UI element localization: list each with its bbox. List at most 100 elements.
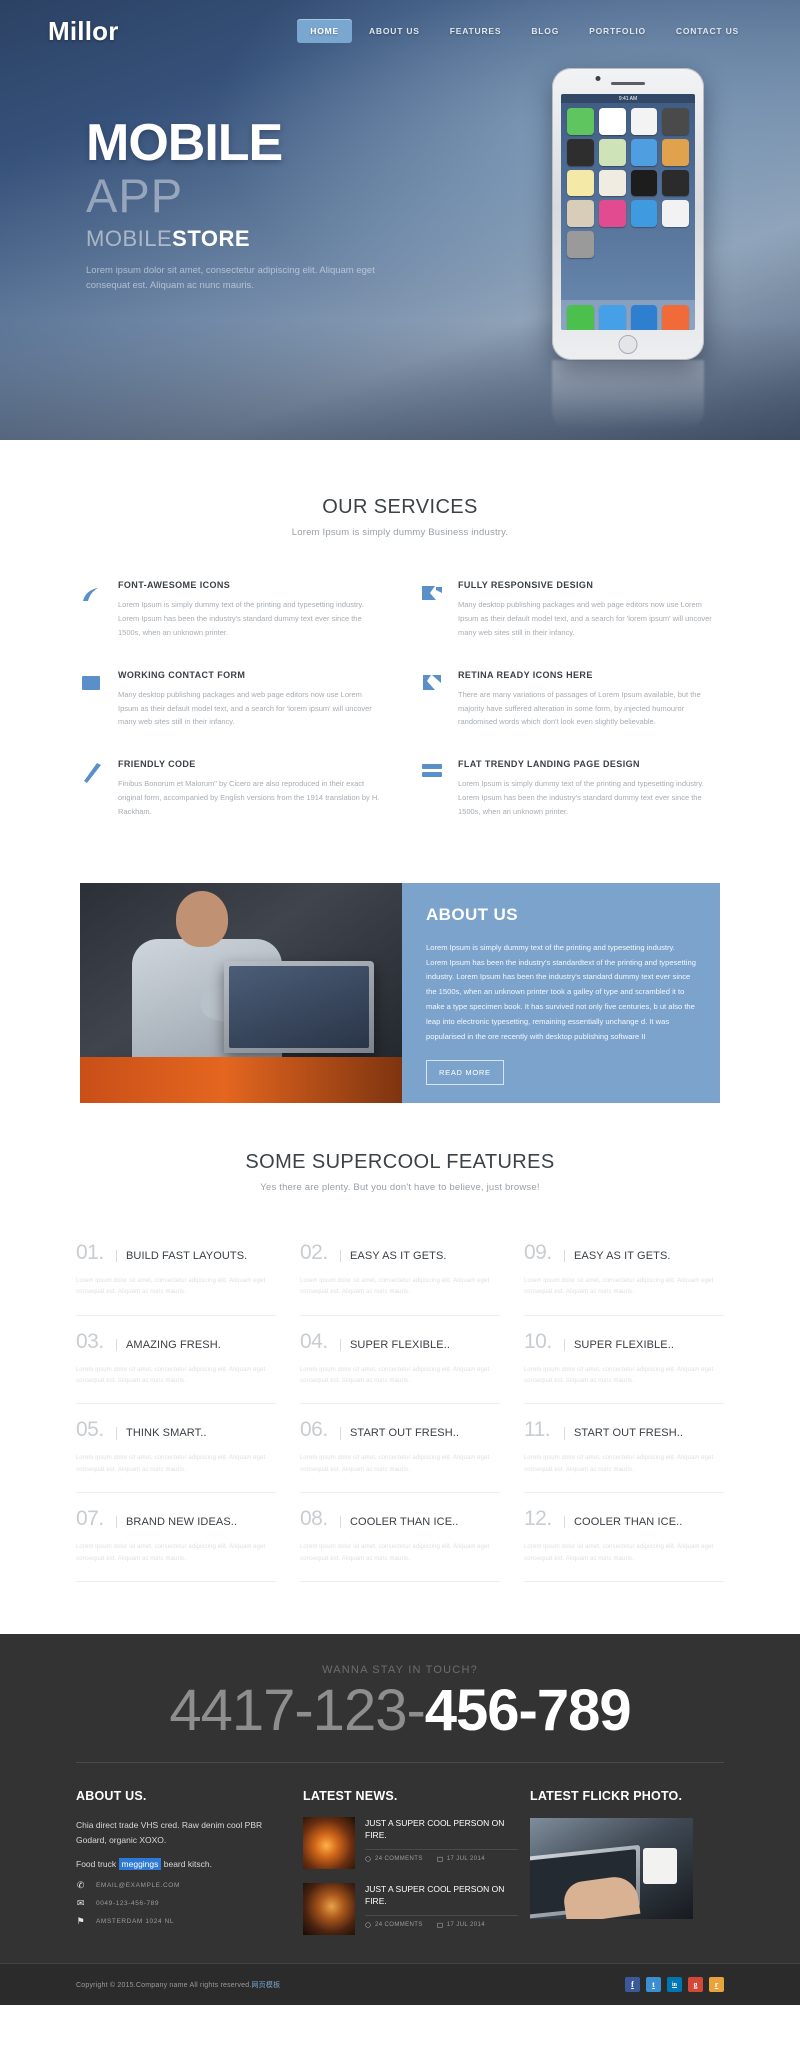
feature-number: 04. xyxy=(300,1329,328,1353)
hero-copy: MOBILE APP MOBILESTORE Lorem ipsum dolor… xyxy=(86,117,446,294)
news-meta: 24 COMMENTS 17 JUL 2014 xyxy=(365,1848,518,1862)
copyright-main: Copyright © 2015.Company name All rights… xyxy=(76,1981,252,1989)
service-text: Finibus Bonorum et Malorum" by Cicero ar… xyxy=(118,779,380,816)
feature-number: 10. xyxy=(524,1329,552,1353)
facebook-icon[interactable]: f xyxy=(625,1977,640,1992)
footer-flickr-heading: LATEST FLICKR PHOTO. xyxy=(530,1789,683,1803)
app-icon-weather xyxy=(630,138,658,166)
calendar-icon xyxy=(437,1922,443,1928)
envelope-icon: ✉ xyxy=(76,1897,86,1908)
feature-name: EASY AS IT GETS. xyxy=(564,1249,671,1262)
app-icon-calendar xyxy=(598,108,626,135)
footer-contact-phone[interactable]: ✉ 0049-123-456-789 xyxy=(76,1897,291,1908)
feature-item[interactable]: 06. START OUT FRESH.. Lorem ipsum dolor si… xyxy=(300,1404,500,1494)
feature-item[interactable]: 07. BRAND NEW IDEAS.. Lorem ipsum dolor si… xyxy=(76,1493,276,1582)
news-thumbnail xyxy=(303,1883,355,1935)
app-icon-itunes xyxy=(598,200,626,227)
app-icon-settings xyxy=(567,231,594,258)
nav-item-features[interactable]: FEATURES xyxy=(437,19,515,43)
services-title: OUR SERVICES xyxy=(322,496,478,518)
phone-body: 9:41 AM xyxy=(552,68,704,360)
feature-name: COOLER THAN ICE.. xyxy=(340,1516,458,1529)
feature-number: 05. xyxy=(76,1418,104,1442)
feature-name: BUILD FAST LAYOUTS. xyxy=(116,1249,247,1262)
feature-text: Lorem ipsum dolor sit amet, consectetur … xyxy=(300,1277,490,1296)
nav-item-contact-us[interactable]: CONTACT US xyxy=(663,19,752,43)
footer-news-heading: LATEST NEWS. xyxy=(303,1789,398,1803)
feature-item[interactable]: 09. EASY AS IT GETS. Lorem ipsum dolor sit… xyxy=(524,1227,724,1316)
footer-about-column: ABOUT US. Chia direct trade VHS cred. Ra… xyxy=(76,1789,291,1935)
feature-item[interactable]: 04. SUPER FLEXIBLE.. Lorem ipsum dolor sit… xyxy=(300,1316,500,1405)
twitter-icon[interactable]: t xyxy=(646,1977,661,1992)
footer-about-p1: Chia direct trade VHS cred. Raw denim co… xyxy=(76,1820,263,1845)
page-root: Millor HOME ABOUT US FEATURES BLOG PORTF… xyxy=(0,0,800,2064)
app-icon-videos xyxy=(567,138,594,166)
calendar-icon xyxy=(437,1856,443,1862)
service-text: Many desktop publishing packages and web… xyxy=(118,689,372,727)
flickr-photo[interactable] xyxy=(530,1818,693,1919)
feature-item[interactable]: 02. EASY AS IT GETS. Lorem ipsum dolor sit… xyxy=(300,1227,500,1316)
news-comments-text: 24 COMMENTS xyxy=(375,1855,423,1862)
news-thumbnail xyxy=(303,1817,355,1869)
news-comments: 24 COMMENTS xyxy=(365,1856,423,1862)
read-more-button[interactable]: READ MORE xyxy=(426,1060,504,1086)
google-plus-icon[interactable]: g xyxy=(688,1977,703,1992)
nav-item-about-us[interactable]: ABOUT US xyxy=(356,19,433,43)
footer-contact-email[interactable]: ✆ EMAIL@EXAMPLE.COM xyxy=(76,1880,291,1890)
about-content: ABOUT US Lorem Ipsum is simply dummy tex… xyxy=(402,882,720,1103)
feature-number: 12. xyxy=(524,1507,552,1531)
app-icon-messages xyxy=(567,108,594,135)
nav-item-portfolio[interactable]: PORTFOLIO xyxy=(576,19,659,43)
nav-item-blog[interactable]: BLOG xyxy=(518,19,572,43)
feature-number: 09. xyxy=(524,1240,552,1264)
service-item: FRIENDLY CODE Finibus Bonorum et Malorum… xyxy=(80,759,380,819)
feature-item[interactable]: 08. COOLER THAN ICE.. Lorem ipsum dolor si… xyxy=(300,1493,500,1582)
friendly-code-icon xyxy=(80,761,104,785)
phone-app-grid xyxy=(561,103,695,263)
features-section: SOME SUPERCOOL FEATURES Yes there are pl… xyxy=(0,1102,800,1634)
news-meta: 24 COMMENTS 17 JUL 2014 xyxy=(365,1914,518,1928)
feature-item[interactable]: 05. THINK SMART.. Lorem ipsum dolor sit am… xyxy=(76,1404,276,1494)
feature-name: SUPER FLEXIBLE.. xyxy=(340,1338,450,1351)
services-grid: FONT-AWESOME ICONS Lorem Ipsum is simply… xyxy=(80,580,720,819)
hero-section: Millor HOME ABOUT US FEATURES BLOG PORTF… xyxy=(0,0,800,440)
site-logo[interactable]: Millor xyxy=(48,16,119,47)
phone-number-prefix: 4417-123- xyxy=(169,1678,425,1743)
phone-speaker xyxy=(611,82,645,85)
landing-page-icon xyxy=(420,761,444,785)
hero-paragraph: Lorem ipsum dolor sit amet, consectetur … xyxy=(86,264,375,292)
app-icon-notes xyxy=(567,169,594,197)
hero-tagline: MOBILESTORE xyxy=(86,226,446,252)
news-title: JUST A SUPER COOL PERSON ON FIRE. xyxy=(365,1818,505,1841)
dock-icon-phone xyxy=(567,305,594,330)
feature-text: Lorem ipsum dolor sit amet, consectetur … xyxy=(524,1277,714,1296)
feature-item[interactable]: 03. AMAZING FRESH. Lorem ipsum dolor sit a… xyxy=(76,1316,276,1405)
feature-item[interactable]: 12. COOLER THAN ICE.. Lorem ipsum dolor si… xyxy=(524,1493,724,1582)
footer-contact-address[interactable]: ⚑ AMSTERDAM 1024 NL xyxy=(76,1916,291,1926)
hero-subtitle: APP xyxy=(86,168,184,222)
app-icon-passbook xyxy=(662,138,689,166)
feature-item[interactable]: 01. BUILD FAST LAYOUTS. Lorem ipsum dolor … xyxy=(76,1227,276,1316)
feature-item[interactable]: 11. START OUT FRESH.. Lorem ipsum dolor si… xyxy=(524,1404,724,1494)
nav-item-home[interactable]: HOME xyxy=(297,19,352,43)
news-date: 17 JUL 2014 xyxy=(437,1856,485,1862)
app-icon-app-store xyxy=(630,200,658,227)
linkedin-icon[interactable]: in xyxy=(667,1977,682,1992)
news-item[interactable]: JUST A SUPER COOL PERSON ON FIRE. 24 COM… xyxy=(303,1817,518,1869)
service-item: WORKING CONTACT FORM Many desktop publis… xyxy=(80,670,380,730)
about-photo xyxy=(80,882,402,1103)
phone-mockup: 9:41 AM xyxy=(552,68,704,360)
features-title: SOME SUPERCOOL FEATURES xyxy=(245,1150,555,1173)
rss-icon[interactable]: r xyxy=(709,1977,724,1992)
feature-text: Lorem ipsum dolor sit amet, consectetur … xyxy=(524,1455,714,1473)
feature-text: Lorem ipsum dolor sit amet, consectetur … xyxy=(524,1366,714,1385)
features-subtitle: Yes there are plenty. But you don't have… xyxy=(260,1181,540,1193)
copyright-cn[interactable]: 网页模板 xyxy=(251,1982,280,1989)
news-comments: 24 COMMENTS xyxy=(365,1922,423,1928)
feature-text: Lorem ipsum dolor sit amet, consectetur … xyxy=(76,1455,266,1473)
service-item: FLAT TRENDY LANDING PAGE DESIGN Lorem Ip… xyxy=(420,759,720,819)
comment-icon xyxy=(365,1921,371,1928)
feature-item[interactable]: 10. SUPER FLEXIBLE.. Lorem ipsum dolor sit… xyxy=(524,1316,724,1405)
top-navigation: Millor HOME ABOUT US FEATURES BLOG PORTF… xyxy=(0,0,800,62)
news-item[interactable]: JUST A SUPER COOL PERSON ON FIRE. 24 COM… xyxy=(303,1883,518,1935)
